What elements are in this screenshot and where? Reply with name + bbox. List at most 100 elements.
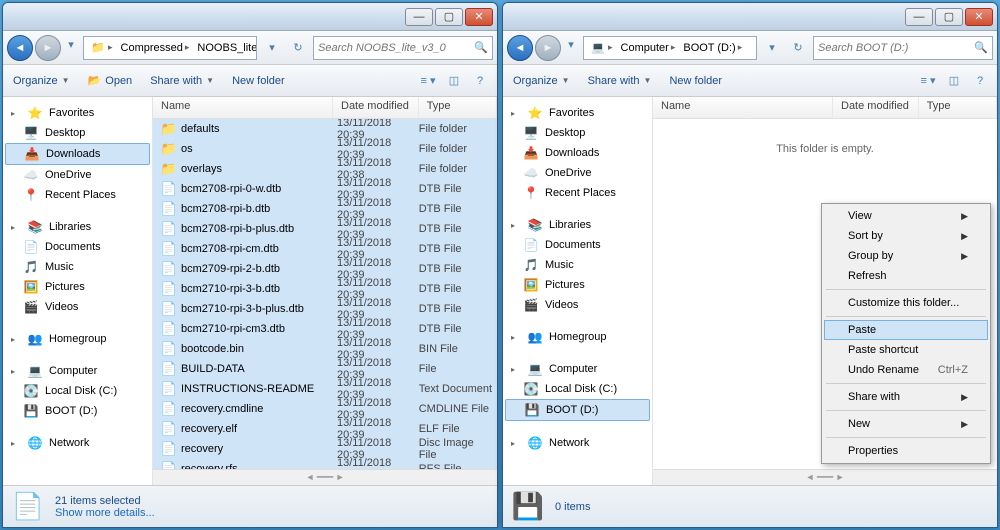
search-icon[interactable]: 🔍	[474, 41, 488, 54]
sidebar-group-homegroup[interactable]: ▸👥Homegroup	[5, 329, 150, 349]
sidebar-group-network[interactable]: ▸🌐Network	[5, 433, 150, 453]
col-header-date[interactable]: Date modified	[333, 97, 419, 118]
sidebar-item[interactable]: 🖥️Desktop	[5, 123, 150, 143]
titlebar[interactable]: — ▢ ✕	[503, 3, 997, 31]
menu-item-share-with[interactable]: Share with▶	[824, 387, 988, 407]
organize-menu[interactable]: Organize ▼	[9, 73, 74, 89]
sidebar-item[interactable]: 💽Local Disk (C:)	[5, 381, 150, 401]
file-row[interactable]: bcm2708-rpi-b-plus.dtb13/11/2018 20:39DT…	[153, 219, 497, 239]
preview-pane-button[interactable]: ◫	[443, 71, 465, 91]
expand-icon[interactable]: ▸	[11, 223, 21, 232]
maximize-button[interactable]: ▢	[435, 8, 463, 26]
col-header-name[interactable]: Name	[153, 97, 333, 118]
breadcrumb-root-icon[interactable]: 💻▸	[586, 40, 617, 56]
breadcrumb[interactable]: 💻▸ Computer ▸ BOOT (D:) ▸	[583, 36, 757, 60]
search-box[interactable]: 🔍	[313, 36, 493, 60]
forward-button[interactable]: ►	[535, 35, 561, 61]
menu-item-paste-shortcut[interactable]: Paste shortcut	[824, 340, 988, 360]
expand-icon[interactable]: ▸	[11, 109, 21, 118]
column-headers[interactable]: Name Date modified Type	[653, 97, 997, 119]
share-menu[interactable]: Share with ▼	[146, 73, 218, 89]
col-header-name[interactable]: Name	[653, 97, 833, 118]
new-folder-button[interactable]: New folder	[665, 73, 726, 89]
view-options-button[interactable]: ≡ ▾	[917, 71, 939, 91]
sidebar-group-computer[interactable]: ▸💻Computer	[505, 359, 650, 379]
new-folder-button[interactable]: New folder	[228, 73, 289, 89]
file-row[interactable]: bootcode.bin13/11/2018 20:39BIN File	[153, 339, 497, 359]
expand-icon[interactable]: ▸	[511, 109, 521, 118]
close-button[interactable]: ✕	[465, 8, 493, 26]
horizontal-scrollbar[interactable]: ◄ ━━━ ►	[653, 469, 997, 485]
search-input[interactable]	[818, 42, 974, 54]
context-menu[interactable]: View▶Sort by▶Group by▶RefreshCustomize t…	[821, 203, 991, 464]
expand-icon[interactable]: ▸	[511, 439, 521, 448]
col-header-type[interactable]: Type	[919, 97, 997, 118]
breadcrumb-seg-0[interactable]: Computer ▸	[617, 42, 680, 54]
file-row[interactable]: defaults13/11/2018 20:39File folder	[153, 119, 497, 139]
minimize-button[interactable]: —	[405, 8, 433, 26]
titlebar[interactable]: — ▢ ✕	[3, 3, 497, 31]
menu-item-customize-this-folder-[interactable]: Customize this folder...	[824, 293, 988, 313]
expand-icon[interactable]: ▸	[511, 333, 521, 342]
sidebar-item[interactable]: 📍Recent Places	[5, 185, 150, 205]
breadcrumb-root-icon[interactable]: 📁▸	[86, 40, 117, 56]
navigation-pane[interactable]: ▸⭐Favorites🖥️Desktop📥Downloads☁️OneDrive…	[503, 97, 653, 485]
status-details-link[interactable]: Show more details...	[55, 507, 155, 519]
file-row[interactable]: recovery13/11/2018 20:39Disc Image File	[153, 439, 497, 459]
maximize-button[interactable]: ▢	[935, 8, 963, 26]
sidebar-group-libraries[interactable]: ▸📚Libraries	[505, 215, 650, 235]
sidebar-item[interactable]: 💽Local Disk (C:)	[505, 379, 650, 399]
column-headers[interactable]: Name Date modified Type	[153, 97, 497, 119]
file-row[interactable]: bcm2710-rpi-3-b-plus.dtb13/11/2018 20:39…	[153, 299, 497, 319]
close-button[interactable]: ✕	[965, 8, 993, 26]
file-row[interactable]: bcm2708-rpi-0-w.dtb13/11/2018 20:39DTB F…	[153, 179, 497, 199]
file-row[interactable]: overlays13/11/2018 20:38File folder	[153, 159, 497, 179]
sidebar-item[interactable]: ☁️OneDrive	[5, 165, 150, 185]
sidebar-group-computer[interactable]: ▸💻Computer	[5, 361, 150, 381]
preview-pane-button[interactable]: ◫	[943, 71, 965, 91]
file-row[interactable]: bcm2710-rpi-cm3.dtb13/11/2018 20:39DTB F…	[153, 319, 497, 339]
history-dropdown[interactable]: ▾	[563, 35, 579, 55]
sidebar-item[interactable]: 🎬Videos	[505, 295, 650, 315]
sidebar-item[interactable]: 📄Documents	[505, 235, 650, 255]
expand-icon[interactable]: ▸	[511, 221, 521, 230]
sidebar-group-network[interactable]: ▸🌐Network	[505, 433, 650, 453]
forward-button[interactable]: ►	[35, 35, 61, 61]
menu-item-undo-rename[interactable]: Undo RenameCtrl+Z	[824, 360, 988, 380]
file-row[interactable]: bcm2710-rpi-3-b.dtb13/11/2018 20:39DTB F…	[153, 279, 497, 299]
view-options-button[interactable]: ≡ ▾	[417, 71, 439, 91]
sidebar-item[interactable]: 📍Recent Places	[505, 183, 650, 203]
menu-item-paste[interactable]: Paste	[824, 320, 988, 340]
minimize-button[interactable]: —	[905, 8, 933, 26]
sidebar-item[interactable]: 💾BOOT (D:)	[5, 401, 150, 421]
sidebar-group-favorites[interactable]: ▸⭐Favorites	[5, 103, 150, 123]
navigation-pane[interactable]: ▸⭐Favorites🖥️Desktop📥Downloads☁️OneDrive…	[3, 97, 153, 485]
horizontal-scrollbar[interactable]: ◄ ━━━ ►	[153, 469, 497, 485]
refresh-button[interactable]: ↻	[787, 37, 809, 59]
file-row[interactable]: bcm2708-rpi-cm.dtb13/11/2018 20:39DTB Fi…	[153, 239, 497, 259]
file-row[interactable]: BUILD-DATA13/11/2018 20:39File	[153, 359, 497, 379]
sidebar-group-libraries[interactable]: ▸📚Libraries	[5, 217, 150, 237]
back-button[interactable]: ◄	[7, 35, 33, 61]
file-row[interactable]: recovery.elf13/11/2018 20:39ELF File	[153, 419, 497, 439]
file-row[interactable]: recovery.cmdline13/11/2018 20:39CMDLINE …	[153, 399, 497, 419]
refresh-prev-button[interactable]: ▾	[261, 37, 283, 59]
history-dropdown[interactable]: ▾	[63, 35, 79, 55]
file-row[interactable]: os13/11/2018 20:39File folder	[153, 139, 497, 159]
help-button[interactable]: ?	[469, 71, 491, 91]
help-button[interactable]: ?	[969, 71, 991, 91]
menu-item-refresh[interactable]: Refresh	[824, 266, 988, 286]
search-box[interactable]: 🔍	[813, 36, 993, 60]
file-list[interactable]: defaults13/11/2018 20:39File folderos13/…	[153, 119, 497, 469]
menu-item-properties[interactable]: Properties	[824, 441, 988, 461]
col-header-date[interactable]: Date modified	[833, 97, 919, 118]
expand-icon[interactable]: ▸	[11, 439, 21, 448]
breadcrumb-seg-1[interactable]: BOOT (D:) ▸	[679, 42, 746, 54]
expand-icon[interactable]: ▸	[11, 335, 21, 344]
open-button[interactable]: 📂Open	[84, 72, 137, 89]
breadcrumb[interactable]: 📁▸ Compressed ▸ NOOBS_lite_v3_0 ▸	[83, 36, 257, 60]
back-button[interactable]: ◄	[507, 35, 533, 61]
file-row[interactable]: bcm2709-rpi-2-b.dtb13/11/2018 20:39DTB F…	[153, 259, 497, 279]
sidebar-item[interactable]: 📥Downloads	[505, 143, 650, 163]
refresh-prev-button[interactable]: ▾	[761, 37, 783, 59]
